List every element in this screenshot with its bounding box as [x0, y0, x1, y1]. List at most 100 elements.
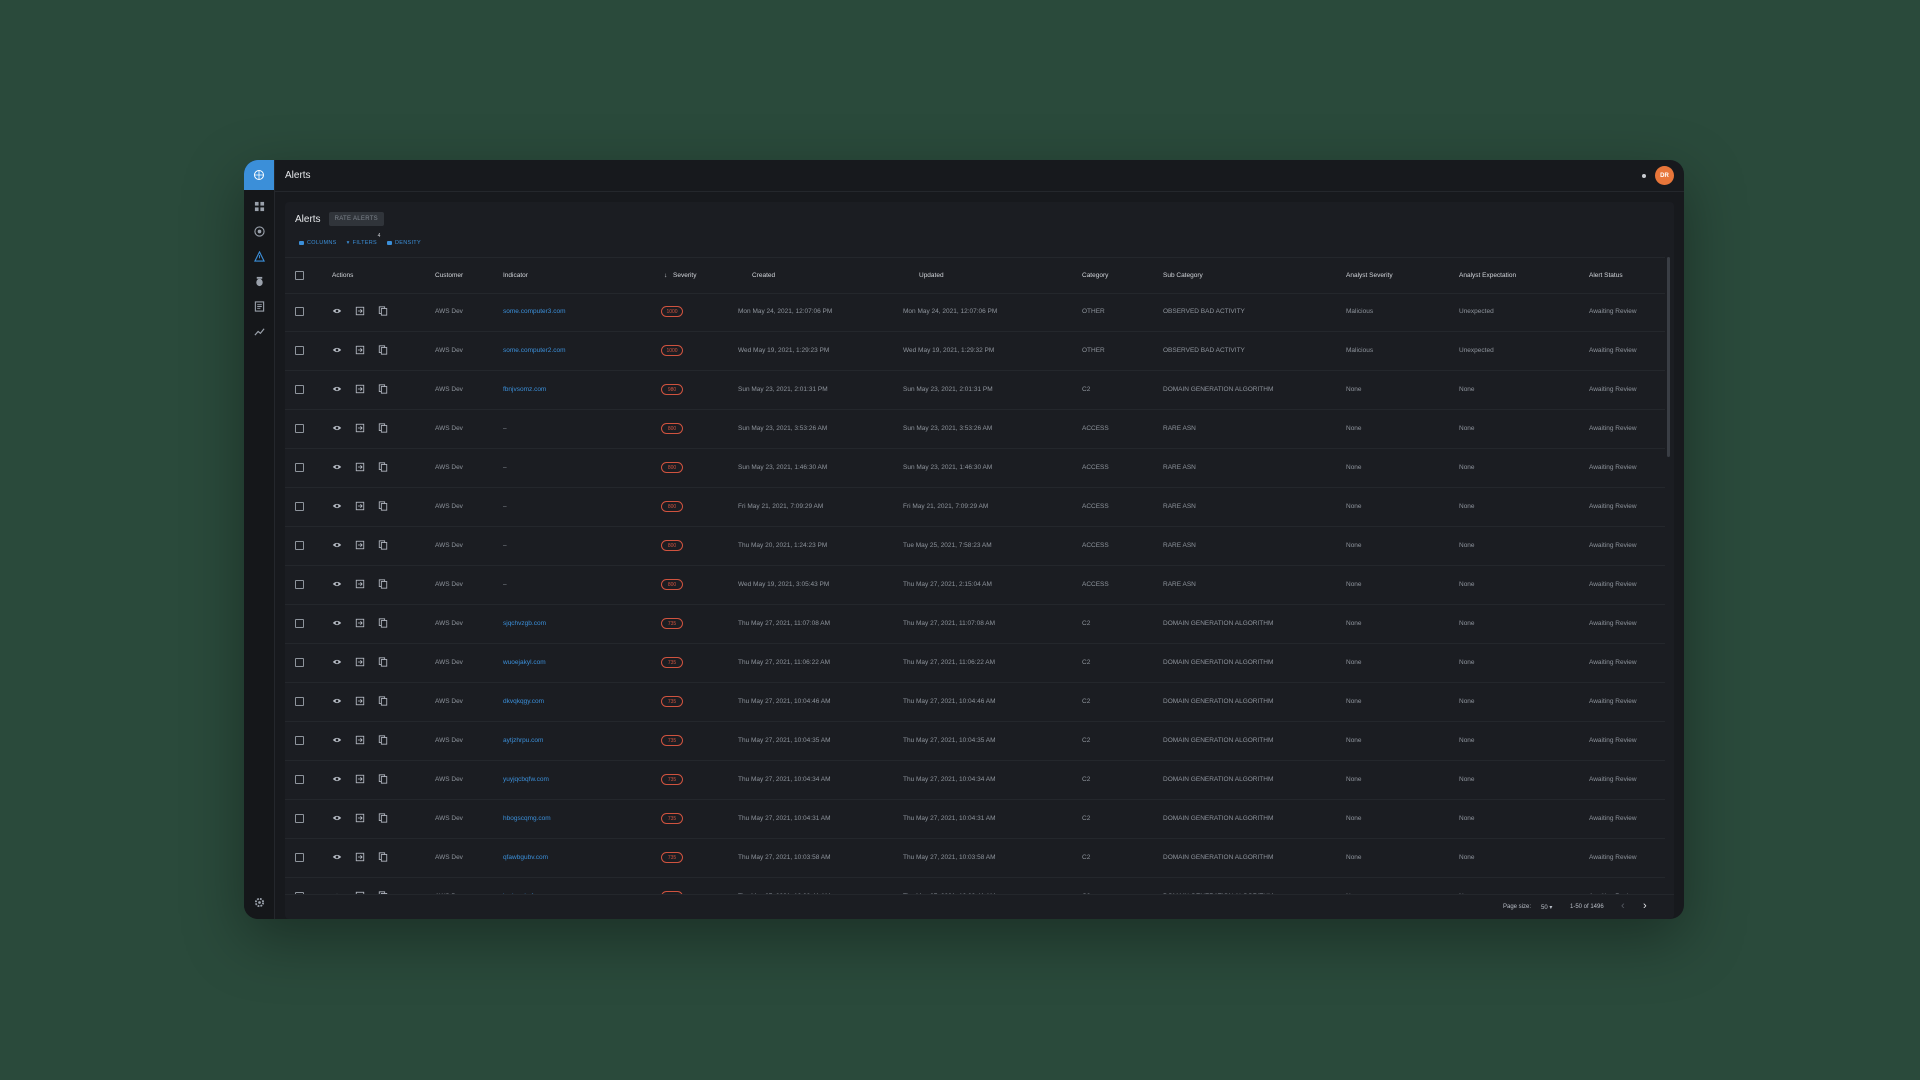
column-header-updated[interactable]: Updated: [919, 272, 944, 279]
column-header-category[interactable]: Category: [1082, 272, 1108, 279]
column-header-severity[interactable]: Severity: [673, 272, 696, 279]
report-icon[interactable]: [244, 294, 274, 319]
column-header-analyst-severity[interactable]: Analyst Severity: [1346, 272, 1393, 279]
view-eye-icon[interactable]: [332, 657, 342, 667]
page-size-select[interactable]: 50 ▾: [1541, 904, 1552, 911]
view-eye-icon[interactable]: [332, 423, 342, 433]
column-header-created[interactable]: Created: [752, 272, 775, 279]
copy-icon[interactable]: [378, 462, 388, 472]
row-checkbox[interactable]: [295, 814, 304, 823]
copy-icon[interactable]: [378, 774, 388, 784]
columns-button[interactable]: COLUMNS: [299, 240, 337, 246]
select-all-checkbox[interactable]: [295, 271, 304, 280]
table-row[interactable]: 735 AWS Dev yuyjqcbqfw.com Thu May 27, 2021…: [285, 761, 1665, 800]
copy-icon[interactable]: [378, 657, 388, 667]
open-detail-icon[interactable]: [355, 306, 365, 316]
filters-button[interactable]: ▾ FILTERS 4: [347, 233, 381, 246]
row-checkbox[interactable]: [295, 385, 304, 394]
view-eye-icon[interactable]: [332, 579, 342, 589]
open-detail-icon[interactable]: [355, 501, 365, 511]
copy-icon[interactable]: [378, 696, 388, 706]
avatar[interactable]: DR: [1655, 166, 1674, 185]
density-button[interactable]: DENSITY: [386, 240, 421, 246]
alerts-icon[interactable]: [244, 244, 274, 269]
row-checkbox[interactable]: [295, 541, 304, 550]
copy-icon[interactable]: [378, 384, 388, 394]
copy-icon[interactable]: [378, 852, 388, 862]
table-row[interactable]: 1000 AWS Dev some.computer2.com Wed May 19,…: [285, 332, 1665, 371]
indicator-cell[interactable]: some.computer3.com: [503, 308, 566, 315]
app-logo[interactable]: [244, 160, 274, 190]
row-checkbox[interactable]: [295, 346, 304, 355]
vertical-scrollbar[interactable]: [1667, 257, 1670, 457]
row-checkbox[interactable]: [295, 853, 304, 862]
copy-icon[interactable]: [378, 345, 388, 355]
indicator-cell[interactable]: dkvqkqgy.com: [503, 698, 544, 705]
copy-icon[interactable]: [378, 579, 388, 589]
trend-icon[interactable]: [244, 319, 274, 344]
table-row[interactable]: 735 AWS Dev wuoejakyl.com Thu May 27, 2021,…: [285, 644, 1665, 683]
row-checkbox[interactable]: [295, 697, 304, 706]
table-row[interactable]: 800 AWS Dev – Sun May 23, 2021, 1:46:30 AM S…: [285, 449, 1665, 488]
view-eye-icon[interactable]: [332, 852, 342, 862]
column-header-analyst-expectation[interactable]: Analyst Expectation: [1459, 272, 1516, 279]
open-detail-icon[interactable]: [355, 735, 365, 745]
open-detail-icon[interactable]: [355, 345, 365, 355]
table-row[interactable]: 735 AWS Dev qfawbgubv.com Thu May 27, 2021,…: [285, 839, 1665, 878]
column-header-indicator[interactable]: Indicator: [503, 272, 528, 279]
table-row[interactable]: 735 AWS Dev sjqchvzgb.com Thu May 27, 2021,…: [285, 605, 1665, 644]
indicator-cell[interactable]: hbogscqmg.com: [503, 815, 551, 822]
settings-gear-icon[interactable]: [244, 890, 274, 915]
table-row[interactable]: 1000 AWS Dev some.computer3.com Mon May 24,…: [285, 293, 1665, 332]
open-detail-icon[interactable]: [355, 696, 365, 706]
view-eye-icon[interactable]: [332, 774, 342, 784]
row-checkbox[interactable]: [295, 736, 304, 745]
row-checkbox[interactable]: [295, 580, 304, 589]
row-checkbox[interactable]: [295, 463, 304, 472]
sort-desc-icon[interactable]: ↓: [664, 272, 667, 279]
view-eye-icon[interactable]: [332, 501, 342, 511]
copy-icon[interactable]: [378, 735, 388, 745]
indicator-cell[interactable]: some.computer2.com: [503, 347, 566, 354]
row-checkbox[interactable]: [295, 775, 304, 784]
table-row[interactable]: 735 AWS Dev aytjzhrpu.com Thu May 27, 2021,…: [285, 722, 1665, 761]
column-header-sub-category[interactable]: Sub Category: [1163, 272, 1203, 279]
view-eye-icon[interactable]: [332, 306, 342, 316]
open-detail-icon[interactable]: [355, 423, 365, 433]
row-checkbox[interactable]: [295, 619, 304, 628]
view-eye-icon[interactable]: [332, 345, 342, 355]
radar-icon[interactable]: [244, 219, 274, 244]
table-row[interactable]: 735 AWS Dev hbogscqmg.com Thu May 27, 2021,…: [285, 800, 1665, 839]
view-eye-icon[interactable]: [332, 735, 342, 745]
column-header-alert-status[interactable]: Alert Status: [1589, 272, 1623, 279]
copy-icon[interactable]: [378, 306, 388, 316]
row-checkbox[interactable]: [295, 307, 304, 316]
open-detail-icon[interactable]: [355, 852, 365, 862]
copy-icon[interactable]: [378, 501, 388, 511]
next-page-icon[interactable]: ›: [1643, 900, 1647, 912]
copy-icon[interactable]: [378, 618, 388, 628]
indicator-cell[interactable]: fbnjvsomz.com: [503, 386, 546, 393]
dashboard-icon[interactable]: [244, 194, 274, 219]
open-detail-icon[interactable]: [355, 657, 365, 667]
view-eye-icon[interactable]: [332, 618, 342, 628]
view-eye-icon[interactable]: [332, 813, 342, 823]
copy-icon[interactable]: [378, 813, 388, 823]
prev-page-icon[interactable]: ‹: [1621, 900, 1625, 912]
indicator-cell[interactable]: yuyjqcbqfw.com: [503, 776, 549, 783]
indicator-cell[interactable]: wuoejakyl.com: [503, 659, 546, 666]
table-row[interactable]: 800 AWS Dev – Wed May 19, 2021, 3:05:43 PM T…: [285, 566, 1665, 605]
rate-alerts-button[interactable]: RATE ALERTS: [328, 212, 384, 226]
copy-icon[interactable]: [378, 540, 388, 550]
view-eye-icon[interactable]: [332, 384, 342, 394]
table-row[interactable]: 800 AWS Dev – Thu May 20, 2021, 1:24:23 PM T…: [285, 527, 1665, 566]
open-detail-icon[interactable]: [355, 579, 365, 589]
open-detail-icon[interactable]: [355, 384, 365, 394]
open-detail-icon[interactable]: [355, 618, 365, 628]
table-row[interactable]: 800 AWS Dev – Sun May 23, 2021, 3:53:26 AM S…: [285, 410, 1665, 449]
row-checkbox[interactable]: [295, 424, 304, 433]
notification-dot-icon[interactable]: [1642, 174, 1646, 178]
view-eye-icon[interactable]: [332, 540, 342, 550]
indicator-cell[interactable]: sjqchvzgb.com: [503, 620, 546, 627]
column-header-customer[interactable]: Customer: [435, 272, 463, 279]
